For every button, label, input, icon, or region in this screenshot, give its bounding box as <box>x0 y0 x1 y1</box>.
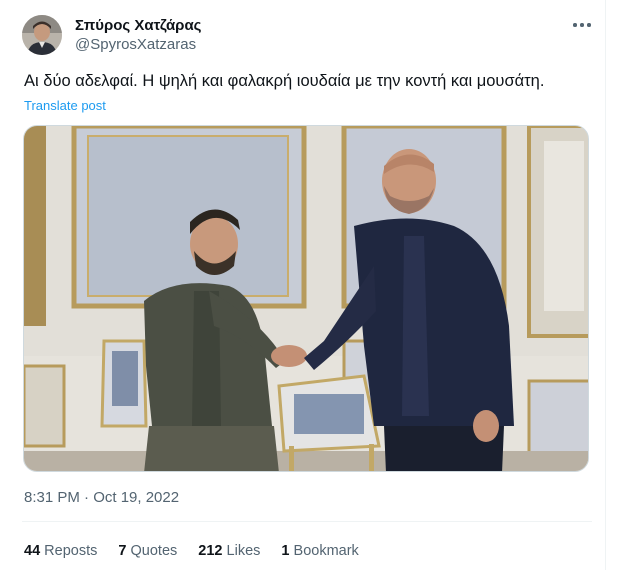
likes-stat[interactable]: 212 Likes <box>198 543 260 559</box>
bookmarks-count: 1 <box>281 543 290 559</box>
tweet-detail: Σπύρος Χατζάρας @SpyrosXatzaras Αι δύο α… <box>0 0 606 570</box>
author-display-name[interactable]: Σπύρος Χατζάρας <box>75 16 201 35</box>
engagement-stats: 44 Reposts 7 Quotes 212 Likes 1 Bookmark <box>24 543 376 559</box>
quotes-count: 7 <box>118 543 127 559</box>
translate-post-link[interactable]: Translate post <box>24 98 106 113</box>
reposts-count: 44 <box>24 543 41 559</box>
reposts-stat[interactable]: 44 Reposts <box>24 543 97 559</box>
avatar[interactable] <box>22 15 62 55</box>
bookmarks-stat[interactable]: 1 Bookmark <box>281 543 358 559</box>
quotes-label: Quotes <box>130 543 178 559</box>
author-handle[interactable]: @SpyrosXatzaras <box>75 35 201 55</box>
more-horizontal-icon <box>573 23 577 27</box>
likes-count: 212 <box>198 543 223 559</box>
divider <box>22 521 592 522</box>
tweet-header: Σπύρος Χατζάρας @SpyrosXatzaras <box>22 13 592 57</box>
more-horizontal-icon <box>580 23 584 27</box>
likes-label: Likes <box>226 543 261 559</box>
more-options-button[interactable] <box>572 17 592 33</box>
tweet-timestamp[interactable]: 8:31 PM · Oct 19, 2022 <box>24 489 179 506</box>
reposts-label: Reposts <box>44 543 98 559</box>
tweet-text: Αι δύο αδελφαί. Η ψηλή και φαλακρή ιουδα… <box>24 72 545 90</box>
author-names: Σπύρος Χατζάρας @SpyrosXatzaras <box>75 16 201 55</box>
quotes-stat[interactable]: 7 Quotes <box>118 543 177 559</box>
more-horizontal-icon <box>587 23 591 27</box>
tweet-photo[interactable] <box>23 125 589 472</box>
bookmarks-label: Bookmark <box>293 543 359 559</box>
